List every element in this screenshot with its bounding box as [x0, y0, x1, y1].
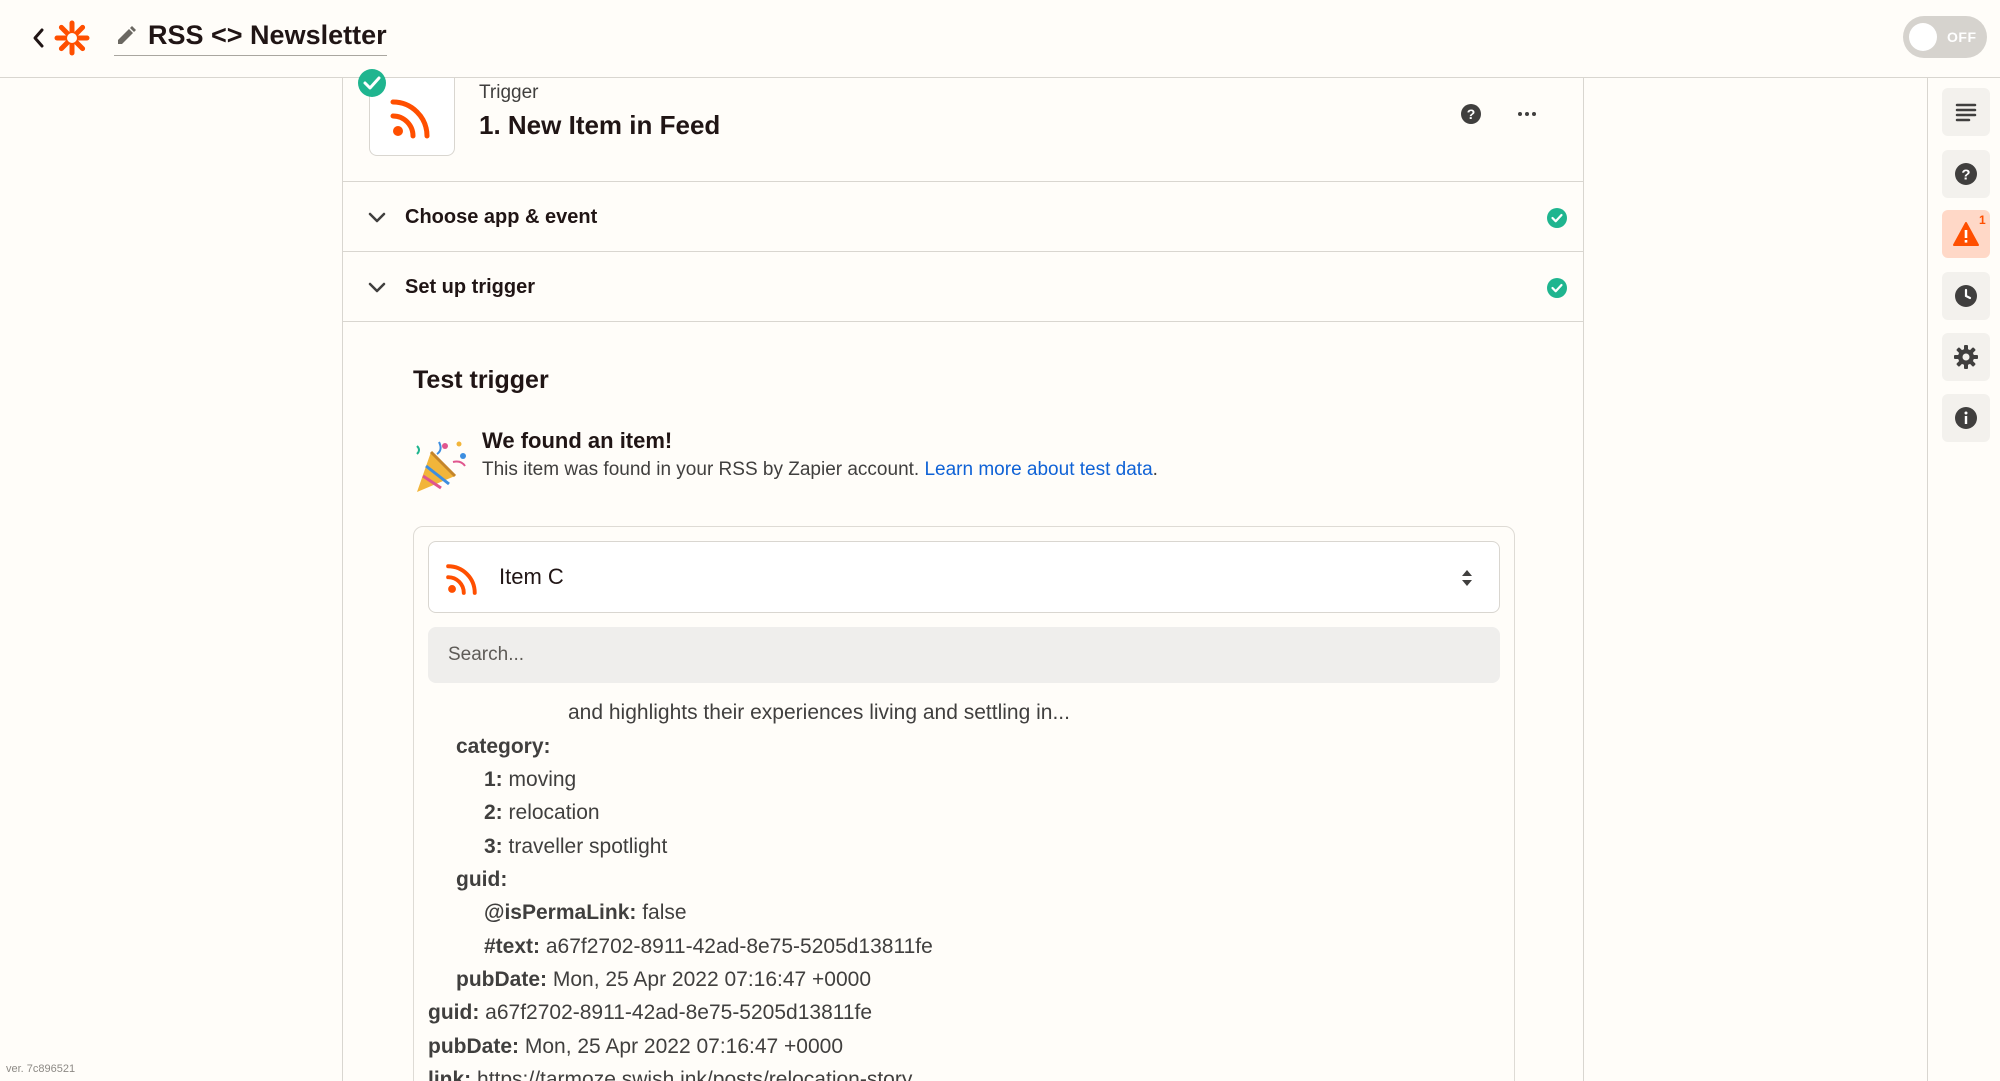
test-data-card: Item C and highlights their experiences … [413, 526, 1515, 1081]
pencil-icon [118, 25, 136, 44]
section-set-up-trigger[interactable]: Set up trigger [343, 252, 1583, 322]
field-category-1: 1: moving [484, 768, 576, 792]
more-options-button[interactable] [1513, 102, 1541, 126]
info-icon [1955, 407, 1977, 429]
gear-icon [1954, 345, 1978, 369]
description-tail: and highlights their experiences living … [568, 701, 1070, 725]
field-category: category: [456, 735, 551, 759]
field-value: false [642, 901, 687, 924]
field-category-2: 2: relocation [484, 801, 600, 825]
field-pubdate-top: pubDate: Mon, 25 Apr 2022 07:16:47 +0000 [428, 1035, 843, 1059]
step-header: Trigger 1. New Item in Feed ? [343, 69, 1583, 182]
field-key: @isPermaLink: [484, 901, 637, 924]
step-title: 1. New Item in Feed [479, 110, 721, 140]
field-value: Mon, 25 Apr 2022 07:16:47 +0000 [524, 1035, 844, 1058]
field-value: https://tarmoze.swish.ink/posts/relocati… [477, 1068, 913, 1081]
found-item-heading: We found an item! [482, 428, 673, 453]
learn-more-link[interactable]: Learn more about test data [924, 459, 1152, 480]
warning-triangle-icon [1953, 222, 1979, 246]
version-label: ver. 7c896521 [6, 1063, 76, 1075]
zap-title: RSS <> Newsletter [148, 20, 387, 50]
zapier-logo[interactable] [54, 20, 90, 56]
section-label: Choose app & event [405, 206, 598, 228]
field-value: a67f2702-8911-42ad-8e75-5205d13811fe [545, 935, 933, 958]
test-trigger-heading: Test trigger [413, 366, 549, 394]
field-key: 3: [484, 835, 503, 858]
toggle-knob [1909, 23, 1937, 51]
rss-icon [446, 564, 477, 595]
question-circle-icon: ? [1955, 163, 1977, 185]
field-value: moving [508, 768, 577, 791]
found-item-description: This item was found in your RSS by Zapie… [482, 459, 1158, 481]
field-key: link: [428, 1068, 472, 1081]
outline-button[interactable] [1942, 88, 1990, 136]
found-desc-text: This item was found in your RSS by Zapie… [482, 459, 920, 480]
field-key: category: [456, 735, 551, 758]
zap-title-editor[interactable]: RSS <> Newsletter [114, 18, 387, 56]
field-value: Mon, 25 Apr 2022 07:16:47 +0000 [552, 968, 872, 991]
chevron-down-icon [368, 282, 386, 293]
alert-count-badge: 1 [1979, 213, 1986, 227]
check-circle-icon [358, 69, 386, 97]
selected-item-value: Item C [499, 564, 564, 589]
alerts-button[interactable]: 1 [1942, 210, 1990, 258]
field-key: 1: [484, 768, 503, 791]
found-desc-period: . [1152, 459, 1158, 480]
field-key: #text: [484, 935, 541, 958]
section-label: Set up trigger [405, 276, 536, 298]
section-choose-app-event[interactable]: Choose app & event [343, 182, 1583, 252]
field-category-3: 3: traveller spotlight [484, 835, 667, 859]
field-guid: guid: [456, 868, 507, 892]
outline-list-icon [1955, 103, 1977, 122]
field-key: 2: [484, 801, 503, 824]
info-button[interactable] [1942, 394, 1990, 442]
field-value: traveller spotlight [508, 835, 668, 858]
field-key: guid: [456, 868, 508, 891]
field-value: a67f2702-8911-42ad-8e75-5205d13811fe [485, 1001, 873, 1024]
chevron-down-icon [368, 212, 386, 223]
right-sidebar: ? 1 [1927, 78, 2000, 1081]
help-sidebar-button[interactable]: ? [1942, 150, 1990, 198]
svg-text:?: ? [1467, 106, 1476, 122]
step-editor-panel: Trigger 1. New Item in Feed ? Choose app… [342, 69, 1584, 1081]
toggle-label: OFF [1947, 29, 1977, 45]
help-icon[interactable]: ? [1459, 102, 1483, 126]
ellipsis-icon [1518, 112, 1536, 116]
field-key: pubDate: [428, 1035, 519, 1058]
field-key: guid: [428, 1001, 480, 1024]
clock-icon [1955, 285, 1977, 307]
field-ispermalink: @isPermaLink: false [484, 901, 687, 925]
svg-text:?: ? [1961, 167, 1970, 184]
value-text: and highlights their experiences living … [568, 701, 1070, 724]
field-guid-top: guid: a67f2702-8911-42ad-8e75-5205d13811… [428, 1001, 872, 1025]
history-button[interactable] [1942, 272, 1990, 320]
search-input[interactable] [428, 627, 1500, 683]
zap-on-off-toggle[interactable]: OFF [1903, 16, 1987, 58]
top-bar: RSS <> Newsletter OFF [0, 0, 2000, 78]
field-value: relocation [508, 801, 600, 824]
field-guid-text: #text: a67f2702-8911-42ad-8e75-5205d1381… [484, 935, 933, 959]
back-button[interactable] [26, 24, 50, 52]
rss-icon [390, 99, 430, 138]
party-popper-icon [416, 441, 466, 492]
step-kind-label: Trigger [479, 82, 539, 103]
field-pubdate-nested: pubDate: Mon, 25 Apr 2022 07:16:47 +0000 [456, 968, 871, 992]
settings-button[interactable] [1942, 333, 1990, 381]
field-link: link: https://tarmoze.swish.ink/posts/re… [428, 1068, 912, 1081]
item-select-dropdown[interactable]: Item C [428, 541, 1500, 613]
sort-arrows-icon [1462, 570, 1472, 586]
check-circle-icon [1547, 208, 1567, 228]
field-key: pubDate: [456, 968, 547, 991]
check-circle-icon [1547, 278, 1567, 298]
chevron-left-icon [33, 28, 44, 48]
